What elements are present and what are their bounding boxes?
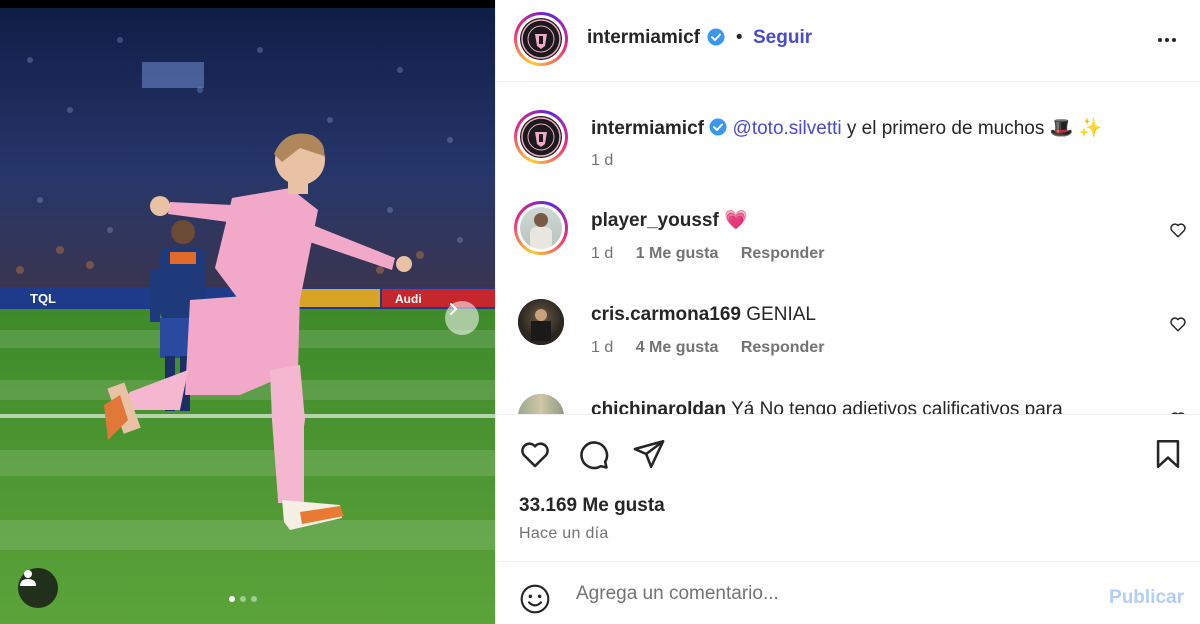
- comment-likes-count[interactable]: 4 Me gusta: [636, 339, 719, 356]
- comment-text: 💗: [724, 210, 748, 231]
- comment-age[interactable]: 1 d: [591, 339, 613, 356]
- post-photo: TQL Audi: [0, 0, 495, 624]
- likes-count[interactable]: 33.169 Me gusta: [519, 495, 665, 517]
- publish-button[interactable]: Publicar: [1109, 587, 1184, 609]
- comment-likes-count[interactable]: 1 Me gusta: [636, 245, 719, 262]
- reply-button[interactable]: Responder: [741, 339, 825, 356]
- follow-button[interactable]: Seguir: [753, 27, 812, 48]
- author-username[interactable]: intermiamicf: [587, 27, 700, 48]
- comment-composer: Publicar: [496, 563, 1200, 624]
- post-media[interactable]: TQL Audi: [0, 0, 495, 624]
- club-crest-icon: [521, 117, 561, 157]
- reply-button[interactable]: Responder: [741, 245, 825, 262]
- header-separator: •: [735, 27, 743, 48]
- like-heart-icon[interactable]: [518, 437, 552, 471]
- more-horizontal-icon[interactable]: [1155, 28, 1179, 52]
- commenter-avatar[interactable]: [518, 299, 564, 345]
- carousel-dot-2: [240, 596, 246, 602]
- commenter-avatar[interactable]: [514, 201, 568, 255]
- post-timestamp[interactable]: Hace un día: [519, 525, 609, 543]
- commenter-avatar[interactable]: [518, 394, 564, 414]
- post-header: intermiamicf • Seguir: [496, 0, 1200, 82]
- svg-text:Audi: Audi: [395, 292, 422, 306]
- post-details-panel: intermiamicf • Seguir intermiamicf @toto…: [495, 0, 1200, 624]
- post-caption: intermiamicf @toto.silvetti y el primero…: [496, 110, 1200, 180]
- save-bookmark-icon[interactable]: [1151, 437, 1185, 471]
- caption-username[interactable]: intermiamicf: [591, 118, 704, 139]
- post-actions: 33.169 Me gusta Hace un día: [496, 414, 1200, 562]
- emoji-smiley-icon[interactable]: [519, 583, 551, 615]
- svg-text:TQL: TQL: [30, 291, 56, 306]
- tagged-users-button[interactable]: [18, 568, 58, 608]
- verified-badge-icon: [707, 28, 725, 46]
- carousel-dot-1: [229, 596, 235, 602]
- like-comment-heart-icon[interactable]: [1169, 221, 1187, 239]
- commenter-username[interactable]: chichinaroldan: [591, 399, 726, 414]
- media-top-edge: [0, 0, 495, 8]
- share-send-icon[interactable]: [632, 437, 666, 471]
- comment-bubble-icon[interactable]: [576, 437, 610, 471]
- comment-input[interactable]: [576, 581, 1096, 607]
- caption-age[interactable]: 1 d: [591, 152, 613, 169]
- comment-text: GENIAL: [746, 304, 816, 325]
- carousel-next-button[interactable]: [445, 301, 479, 335]
- commenter-username[interactable]: player_youssf: [591, 210, 719, 231]
- comment-item: cris.carmona169 GENIAL 1 d 4 Me gusta Re…: [496, 295, 1200, 365]
- caption-text: y el primero de muchos 🎩 ✨: [841, 118, 1103, 139]
- chevron-right-icon: [449, 302, 458, 316]
- caption-mention-link[interactable]: @toto.silvetti: [733, 118, 842, 139]
- comment-text: Yá No tengo adjetivos calificativos para: [731, 399, 1063, 414]
- verified-badge-icon: [709, 118, 727, 136]
- user-icon: [20, 570, 36, 586]
- club-crest-icon: [521, 19, 561, 59]
- comment-item: chichinaroldan Yá No tengo adjetivos cal…: [496, 390, 1200, 414]
- caption-avatar[interactable]: [514, 110, 568, 164]
- commenter-username[interactable]: cris.carmona169: [591, 304, 741, 325]
- like-comment-heart-icon[interactable]: [1169, 315, 1187, 333]
- comment-age[interactable]: 1 d: [591, 245, 613, 262]
- comments-list[interactable]: intermiamicf @toto.silvetti y el primero…: [496, 83, 1200, 414]
- comment-item: player_youssf 💗 1 d 1 Me gusta Responder: [496, 201, 1200, 271]
- carousel-indicator: [229, 596, 257, 602]
- author-avatar[interactable]: [514, 12, 568, 66]
- carousel-dot-3: [251, 596, 257, 602]
